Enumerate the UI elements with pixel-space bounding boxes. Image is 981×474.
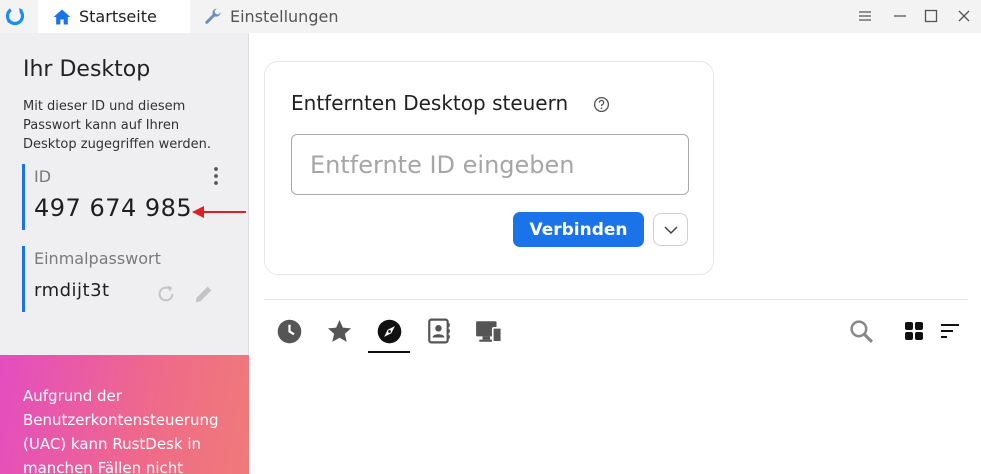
tab-startseite[interactable]: Startseite bbox=[38, 0, 190, 33]
wrench-icon bbox=[205, 8, 221, 24]
grid-view-icon bbox=[905, 322, 923, 340]
history-icon bbox=[277, 319, 301, 343]
remote-control-card: Entfernten Desktop steuern Verbinden bbox=[264, 61, 714, 275]
sort-button[interactable] bbox=[937, 318, 963, 344]
refresh-icon bbox=[158, 285, 174, 302]
minimize-icon bbox=[894, 15, 906, 17]
search-peers-button[interactable] bbox=[848, 318, 874, 344]
tab-address-book[interactable] bbox=[424, 316, 454, 346]
window-close-button[interactable] bbox=[954, 6, 974, 26]
id-options-button[interactable] bbox=[212, 166, 220, 186]
tab-einstellungen[interactable]: Einstellungen bbox=[203, 0, 363, 33]
uac-notice[interactable]: Aufgrund der Benutzerkontensteuerung (UA… bbox=[0, 355, 249, 474]
tab-devices[interactable] bbox=[474, 316, 504, 346]
id-label: ID bbox=[34, 167, 52, 186]
password-label: Einmalpasswort bbox=[34, 249, 161, 268]
tab-favorites[interactable] bbox=[324, 316, 354, 346]
help-icon[interactable] bbox=[593, 96, 610, 113]
refresh-password-button[interactable] bbox=[155, 283, 177, 309]
tab-einstellungen-label: Einstellungen bbox=[230, 7, 339, 26]
kebab-menu-icon bbox=[214, 167, 218, 185]
tab-startseite-label: Startseite bbox=[79, 7, 157, 26]
window-minimize-button[interactable] bbox=[890, 6, 910, 26]
window-maximize-button[interactable] bbox=[921, 6, 941, 26]
maximize-icon bbox=[924, 9, 938, 23]
your-desktop-title: Ihr Desktop bbox=[23, 57, 151, 82]
rustdesk-window: Startseite Einstellungen Ihr Desktop Mit… bbox=[0, 0, 981, 474]
star-icon bbox=[327, 319, 351, 342]
menu-icon bbox=[859, 11, 871, 21]
compass-icon bbox=[377, 319, 401, 343]
grid-view-button[interactable] bbox=[901, 318, 927, 344]
window-menu-button[interactable] bbox=[855, 6, 875, 26]
address-book-icon bbox=[428, 318, 450, 344]
uac-notice-text: Aufgrund der Benutzerkontensteuerung (UA… bbox=[23, 387, 219, 474]
your-desktop-panel: Ihr Desktop Mit dieser ID und diesem Pas… bbox=[0, 33, 249, 474]
tab-recent-sessions[interactable] bbox=[274, 316, 304, 346]
rustdesk-logo-icon bbox=[5, 6, 25, 26]
remote-id-input[interactable] bbox=[291, 134, 689, 195]
your-desktop-description: Mit dieser ID und diesem Passwort kann a… bbox=[23, 99, 211, 152]
connect-button[interactable]: Verbinden bbox=[513, 212, 644, 247]
devices-icon bbox=[476, 321, 503, 343]
search-icon bbox=[849, 319, 873, 343]
chevron-down-icon bbox=[663, 225, 678, 234]
connect-options-button[interactable] bbox=[653, 213, 688, 246]
remote-control-title: Entfernten Desktop steuern bbox=[291, 91, 569, 115]
tab-discovered[interactable] bbox=[368, 316, 410, 353]
pencil-icon bbox=[195, 286, 212, 303]
title-bar: Startseite Einstellungen bbox=[0, 0, 981, 33]
home-icon bbox=[53, 9, 71, 24]
divider bbox=[264, 299, 968, 300]
id-field: ID 497 674 985 bbox=[22, 164, 227, 230]
sort-icon bbox=[941, 324, 959, 338]
edit-password-button[interactable] bbox=[193, 283, 215, 309]
annotation-arrow-icon bbox=[192, 206, 246, 218]
close-icon bbox=[958, 10, 970, 22]
